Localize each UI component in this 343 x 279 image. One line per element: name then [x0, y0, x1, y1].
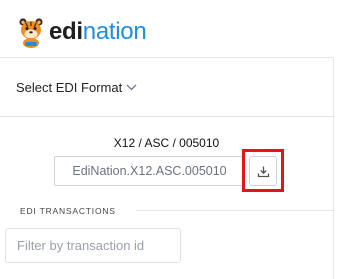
filter-transaction-input[interactable] [5, 228, 181, 263]
current-format-label: X12 / ASC / 005010 [113, 136, 220, 150]
select-edi-format-label: Select EDI Format [16, 79, 123, 95]
download-icon [257, 166, 269, 177]
brand-name-primary: edi [49, 18, 83, 45]
header-divider [0, 57, 333, 58]
brand-name: edination [49, 18, 147, 45]
format-divider [0, 116, 333, 117]
format-name-field[interactable]: EdiNation.X12.ASC.005010 [54, 156, 245, 186]
edi-transactions-heading: EDI TRANSACTIONS [20, 206, 116, 216]
app-logo[interactable]: edination [16, 12, 147, 52]
select-edi-format-dropdown[interactable]: Select EDI Format [16, 77, 137, 97]
brand-name-secondary: nation [82, 18, 147, 45]
panel-divider [333, 58, 334, 279]
download-format-button[interactable] [249, 156, 277, 186]
tiger-mascot-icon [19, 18, 43, 48]
chevron-down-icon [126, 84, 137, 90]
section-divider [136, 210, 333, 211]
